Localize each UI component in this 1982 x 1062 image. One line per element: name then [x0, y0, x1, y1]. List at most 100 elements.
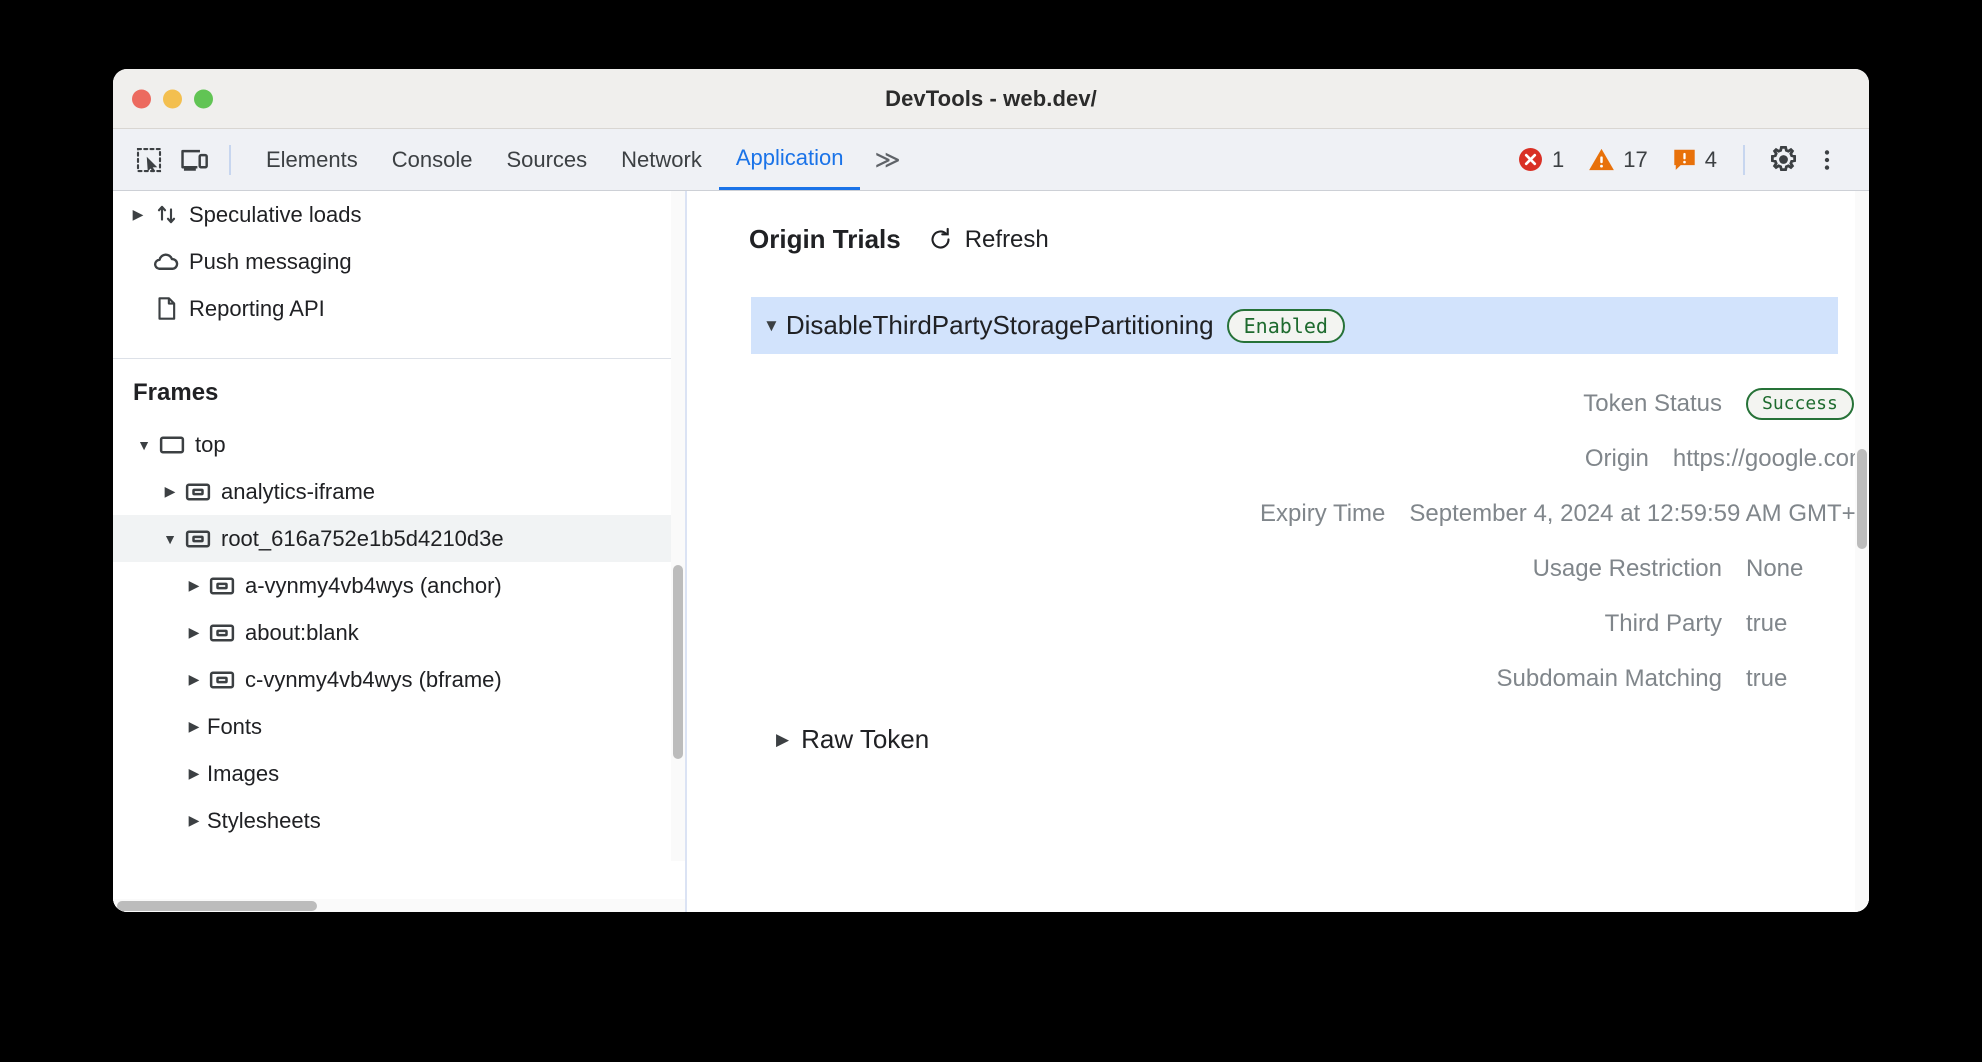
- sidebar-item-frame-root[interactable]: ▼ root_616a752e1b5d4210d3e: [113, 515, 685, 562]
- origin-trial-details: Token Status Success Origin https://goog…: [687, 376, 1869, 706]
- sidebar-item-stylesheets[interactable]: ▶ Stylesheets: [113, 797, 685, 844]
- sidebar-item-label: Stylesheets: [205, 808, 321, 834]
- detail-row: Usage Restriction None: [687, 541, 1869, 596]
- sidebar-item-label: Reporting API: [183, 296, 325, 322]
- detail-key: Origin: [687, 445, 1673, 473]
- chevron-right-icon[interactable]: ▶: [183, 812, 205, 829]
- sidebar-item-images[interactable]: ▶ Images: [113, 750, 685, 797]
- iframe-icon: [181, 477, 215, 507]
- sidebar-item-label: about:blank: [239, 620, 359, 646]
- sidebar-horizontal-scrollbar[interactable]: [113, 899, 685, 912]
- main-vertical-scrollbar[interactable]: [1855, 191, 1869, 912]
- sidebar-item-label: Fonts: [205, 714, 262, 740]
- sidebar-item-label: c-vynmy4vb4wys (bframe): [239, 667, 502, 693]
- detail-row: Third Party true: [687, 596, 1869, 651]
- status-badge: Enabled: [1227, 309, 1345, 343]
- warning-icon: [1588, 146, 1615, 173]
- maximize-window-button[interactable]: [194, 89, 213, 108]
- sidebar-item-frame-top[interactable]: ▼ top: [113, 421, 685, 468]
- device-toolbar-icon: [178, 144, 209, 175]
- sidebar-item-frame-a-vynmy4vb4wys[interactable]: ▶ a-vynmy4vb4wys (anchor): [113, 562, 685, 609]
- warning-counter[interactable]: 17: [1576, 146, 1659, 173]
- chevron-down-icon[interactable]: ▼: [159, 531, 181, 547]
- detail-value: true: [1746, 610, 1787, 638]
- inspect-element-button[interactable]: [127, 138, 171, 182]
- chevron-right-icon[interactable]: ▶: [183, 765, 205, 782]
- document-icon: [149, 295, 183, 322]
- sidebar-vscroll-thumb[interactable]: [673, 565, 683, 759]
- token-status-badge: Success: [1746, 388, 1854, 420]
- devtools-body: ▶ Speculative loads ·: [113, 191, 1869, 912]
- main-vscroll-thumb[interactable]: [1857, 449, 1867, 549]
- page-title: Origin Trials: [749, 224, 901, 255]
- detail-value: Success: [1746, 388, 1854, 420]
- chevron-right-icon[interactable]: ▶: [183, 718, 205, 735]
- sidebar-item-fonts[interactable]: ▶ Fonts: [113, 703, 685, 750]
- detail-row: Expiry Time September 4, 2024 at 12:59:5…: [687, 486, 1869, 541]
- tab-elements[interactable]: Elements: [249, 129, 375, 190]
- iframe-icon: [205, 665, 239, 695]
- screen: DevTools - web.dev/: [0, 0, 1982, 1062]
- refresh-icon: [927, 226, 954, 253]
- origin-trials-panel: Origin Trials Refresh ▼ DisableThirdP: [687, 191, 1869, 912]
- chevron-right-icon[interactable]: ▶: [776, 731, 789, 748]
- detail-value: true: [1746, 665, 1787, 693]
- sidebar-item-reporting-api[interactable]: · Reporting API: [113, 285, 685, 332]
- minimize-window-button[interactable]: [163, 89, 182, 108]
- detail-key: Subdomain Matching: [687, 665, 1746, 693]
- iframe-icon: [181, 524, 215, 554]
- sidebar-item-label: Images: [205, 761, 279, 787]
- detail-row: Token Status Success: [687, 376, 1869, 431]
- toolbar-divider-left: [229, 145, 231, 175]
- detail-key: Expiry Time: [687, 500, 1409, 528]
- chevron-right-icon[interactable]: ▶: [183, 624, 205, 641]
- sidebar-item-label: Speculative loads: [183, 202, 361, 228]
- chevron-right-icon[interactable]: ▶: [159, 483, 181, 500]
- frame-icon: [155, 430, 189, 460]
- raw-token-toggle[interactable]: ▶ Raw Token: [776, 724, 1869, 755]
- chevron-right-icon[interactable]: ▶: [183, 671, 205, 688]
- issue-count: 4: [1705, 147, 1717, 173]
- detail-value: https://google.com: [1673, 445, 1869, 473]
- error-counter[interactable]: 1: [1505, 146, 1576, 173]
- panel-header: Origin Trials Refresh: [687, 191, 1869, 255]
- sidebar-vertical-scrollbar[interactable]: [671, 191, 685, 861]
- close-window-button[interactable]: [132, 89, 151, 108]
- chevron-right-icon[interactable]: ▶: [183, 577, 205, 594]
- detail-key: Third Party: [687, 610, 1746, 638]
- sidebar-item-push-messaging[interactable]: · Push messaging: [113, 238, 685, 285]
- devtools-window: DevTools - web.dev/: [113, 69, 1869, 912]
- kebab-menu-icon: [1814, 147, 1840, 173]
- sidebar-item-frame-analytics-iframe[interactable]: ▶ analytics-iframe: [113, 468, 685, 515]
- tab-console[interactable]: Console: [375, 129, 490, 190]
- warning-count: 17: [1623, 147, 1647, 173]
- detail-row: Origin https://google.com: [687, 431, 1869, 486]
- toggle-device-toolbar-button[interactable]: [171, 138, 215, 182]
- refresh-button[interactable]: Refresh: [927, 226, 1049, 254]
- origin-trial-header-row[interactable]: ▼ DisableThirdPartyStoragePartitioning E…: [751, 297, 1838, 354]
- twisty-placeholder: ·: [127, 301, 149, 317]
- more-options-button[interactable]: [1805, 138, 1849, 182]
- sidebar-item-frame-c-vynmy4vb4wys[interactable]: ▶ c-vynmy4vb4wys (bframe): [113, 656, 685, 703]
- more-tabs-button[interactable]: ≫: [860, 145, 914, 175]
- issue-counter[interactable]: 4: [1660, 147, 1729, 173]
- chevron-down-icon[interactable]: ▼: [763, 317, 780, 334]
- application-sidebar: ▶ Speculative loads ·: [113, 191, 687, 912]
- tab-sources[interactable]: Sources: [489, 129, 604, 190]
- sidebar-item-frame-about-blank[interactable]: ▶ about:blank: [113, 609, 685, 656]
- sidebar-item-label: a-vynmy4vb4wys (anchor): [239, 573, 502, 599]
- tab-application[interactable]: Application: [719, 129, 861, 190]
- tab-network[interactable]: Network: [604, 129, 719, 190]
- window-title: DevTools - web.dev/: [113, 86, 1869, 112]
- sidebar-item-speculative-loads[interactable]: ▶ Speculative loads: [113, 191, 685, 238]
- panel-tabs: Elements Console Sources Network Applica…: [249, 129, 915, 190]
- settings-button[interactable]: [1761, 138, 1805, 182]
- origin-trial-name: DisableThirdPartyStoragePartitioning: [786, 310, 1214, 341]
- sidebar-hscroll-thumb[interactable]: [117, 901, 317, 911]
- chevron-down-icon[interactable]: ▼: [133, 437, 155, 453]
- chevron-right-icon[interactable]: ▶: [127, 206, 149, 223]
- twisty-placeholder: ·: [127, 254, 149, 270]
- detail-value: September 4, 2024 at 12:59:59 AM GMT+1: [1409, 500, 1869, 528]
- detail-value: None: [1746, 555, 1803, 583]
- detail-row: Subdomain Matching true: [687, 651, 1869, 706]
